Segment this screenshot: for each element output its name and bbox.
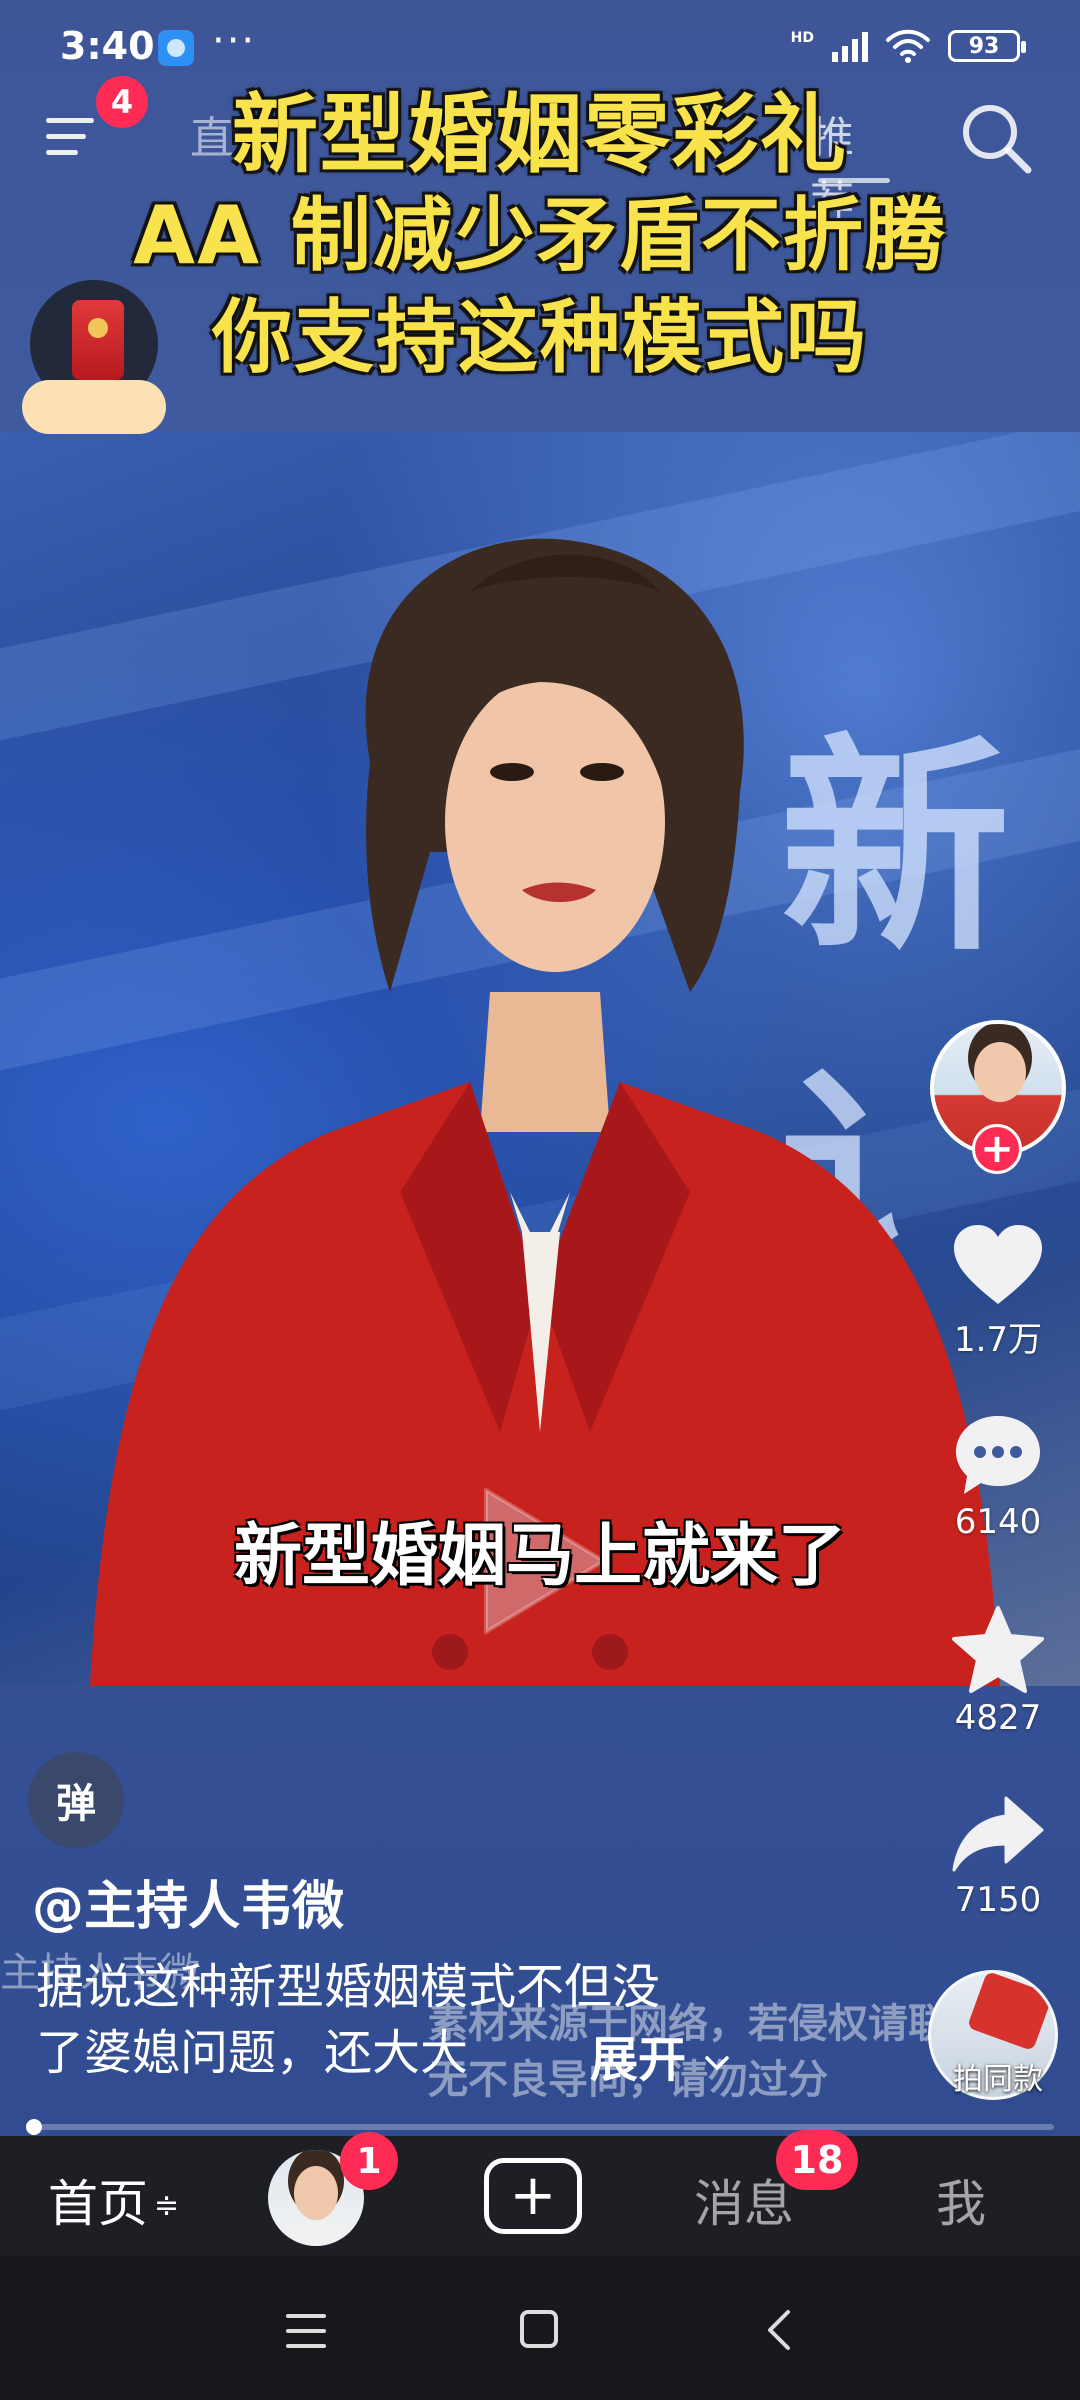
title-line: AA 制减少矛盾不折腾: [133, 189, 947, 282]
home-icon[interactable]: [520, 2310, 558, 2348]
chevron-down-icon: [704, 2056, 729, 2071]
recent-apps-icon[interactable]: [286, 2314, 326, 2348]
comment-icon: [956, 1416, 1040, 1494]
expand-label: 展开: [590, 2032, 687, 2088]
video-subtitle: 新型婚姻马上就来了: [233, 1517, 846, 1596]
signal-icon: [832, 30, 868, 62]
follow-button[interactable]: +: [972, 1124, 1022, 1174]
refresh-icon: ≑: [154, 2188, 180, 2223]
progress-knob[interactable]: [26, 2119, 42, 2135]
status-bar: 3:40 ··· HD 93: [0, 0, 1080, 96]
danmaku-toggle-button[interactable]: 弹: [28, 1752, 124, 1848]
star-icon: [952, 1606, 1044, 1693]
friend-badge: 1: [340, 2132, 398, 2190]
tab-me[interactable]: 我: [936, 2164, 986, 2236]
caption-line: 据说这种新型婚姻模式不但没: [36, 1959, 661, 2015]
video-progress-bar[interactable]: [26, 2119, 1054, 2135]
tab-home[interactable]: 首页 ≑: [48, 2164, 179, 2236]
status-time: 3:40: [60, 24, 155, 68]
favorite-button[interactable]: 4827: [930, 1604, 1066, 1738]
bottom-tab-bar: 首页 ≑ 1 + 消息 18 我: [0, 2130, 1080, 2256]
more-notifications-icon: ···: [212, 18, 257, 64]
battery-icon: 93: [948, 30, 1026, 62]
status-indicators: HD 93: [790, 26, 1026, 66]
share-button[interactable]: 7150: [930, 1794, 1066, 1920]
app-notification-icon: [158, 30, 194, 66]
red-packet-label: [22, 380, 166, 434]
battery-level: 93: [968, 33, 1000, 59]
comment-button[interactable]: 6140: [930, 1412, 1066, 1542]
messages-badge: 18: [776, 2130, 858, 2190]
video-player[interactable]: 新讠 新型婚姻马上就来了: [0, 432, 1080, 1686]
create-button[interactable]: +: [484, 2158, 582, 2234]
title-line: 新型婚姻零彩礼: [232, 85, 848, 185]
red-envelope-icon: [72, 300, 124, 380]
like-button[interactable]: 1.7万: [930, 1222, 1066, 1361]
share-count: 7150: [954, 1880, 1042, 1920]
like-count: 1.7万: [953, 1320, 1043, 1360]
wifi-icon: [886, 29, 930, 63]
share-icon: [952, 1796, 1044, 1872]
video-feed-screen: 新讠 新型婚姻马上就来了 3:40 ··· HD 93 直 推荐 4 新型婚姻零…: [0, 0, 1080, 2400]
hd-indicator: HD: [790, 30, 814, 46]
system-navigation-bar: [0, 2256, 1080, 2400]
favorite-count: 4827: [954, 1698, 1042, 1738]
tab-home-label: 首页: [48, 2175, 148, 2233]
same-style-label: 拍同款: [953, 2062, 1043, 2097]
heart-icon: [954, 1225, 1042, 1304]
red-packet-widget[interactable]: [22, 276, 168, 436]
comment-count: 6140: [954, 1502, 1042, 1542]
back-icon[interactable]: [760, 2308, 800, 2352]
author-name-link[interactable]: @主持人韦微: [32, 1864, 344, 1939]
title-line: 你支持这种模式吗: [212, 291, 868, 384]
expand-caption-link[interactable]: 展开: [590, 2020, 731, 2090]
